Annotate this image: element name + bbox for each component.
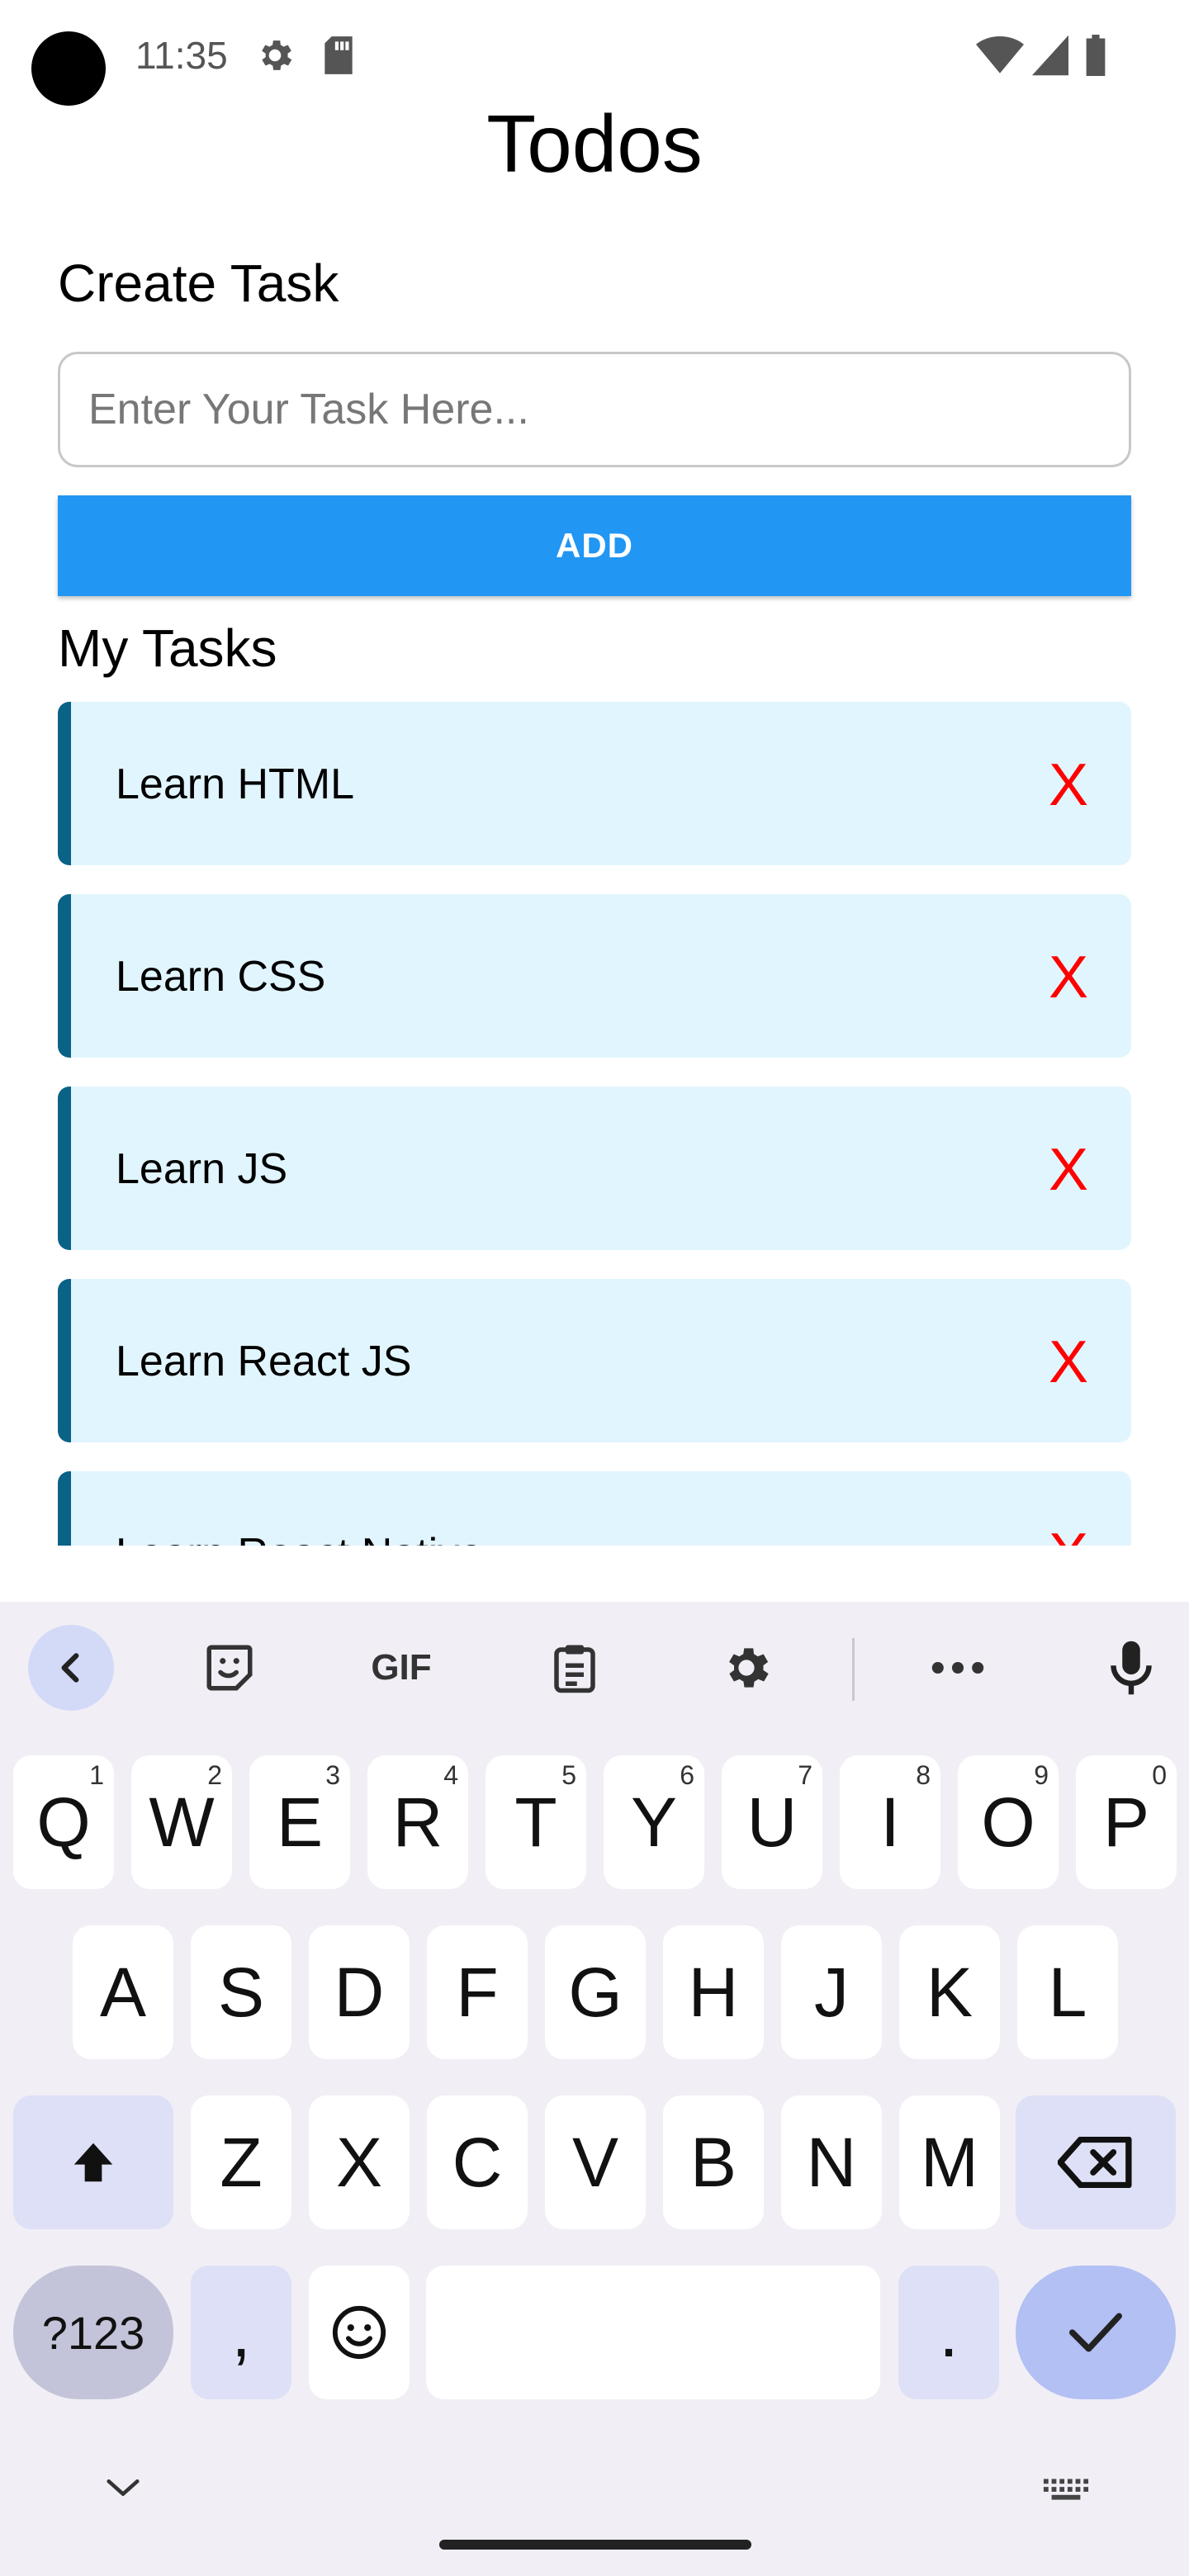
signal-icon [1032,35,1068,76]
shift-key[interactable] [13,2095,173,2229]
symbols-key[interactable]: ?123 [13,2266,173,2399]
task-text: Learn HTML [116,760,354,808]
key-a[interactable]: A [73,1925,173,2059]
gif-label: GIF [371,1647,432,1688]
back-chevron-icon[interactable] [28,1625,114,1711]
delete-task-button[interactable]: X [1049,1521,1088,1546]
key-l[interactable]: L [1017,1925,1118,2059]
more-dots-icon[interactable] [915,1625,1001,1711]
task-item[interactable]: Learn HTML X [58,702,1131,865]
task-list[interactable]: Learn HTML X Learn CSS X Learn JS X Lear… [58,702,1131,1546]
task-item[interactable]: Learn React Native X [58,1471,1131,1546]
key-h[interactable]: H [663,1925,764,2059]
settings-gear-icon [262,40,292,70]
checkmark-icon [1068,2313,1123,2352]
shift-arrow-icon [73,2143,113,2182]
toolbar-divider [852,1638,855,1701]
task-text: Learn React JS [116,1338,412,1385]
task-text: Learn React Native [116,1529,483,1546]
key-s[interactable]: S [191,1925,291,2059]
sd-card-icon [324,36,353,74]
key-q[interactable]: Q1 [13,1755,114,1889]
key-y[interactable]: Y6 [604,1755,704,1889]
task-text: Learn JS [116,1145,288,1193]
key-j[interactable]: J [781,1925,882,2059]
camera-cutout [31,31,106,106]
add-task-button[interactable]: ADD [58,495,1131,596]
key-c[interactable]: C [427,2095,528,2229]
home-gesture-bar[interactable] [439,2540,751,2550]
task-item[interactable]: Learn JS X [58,1087,1131,1250]
gif-button[interactable]: GIF [358,1625,444,1711]
hide-keyboard-chevron-icon[interactable] [104,2475,142,2500]
delete-task-button[interactable]: X [1049,1328,1088,1396]
sticker-icon[interactable] [187,1625,272,1711]
key-b[interactable]: B [663,2095,764,2229]
keyboard-toolbar: GIF [0,1602,1189,1734]
keyboard-switch-icon[interactable] [1042,2475,1090,2505]
wifi-icon [976,36,1024,73]
emoji-icon [332,2305,386,2360]
key-x[interactable]: X [309,2095,410,2229]
task-item[interactable]: Learn React JS X [58,1279,1131,1442]
delete-task-button[interactable]: X [1049,944,1088,1011]
comma-key[interactable]: , [191,2266,291,2399]
clipboard-icon[interactable] [532,1625,618,1711]
key-u[interactable]: U7 [722,1755,822,1889]
key-m[interactable]: M [899,2095,1000,2229]
backspace-key[interactable] [1016,2095,1176,2229]
key-i[interactable]: I8 [840,1755,940,1889]
key-o[interactable]: O9 [958,1755,1059,1889]
page-title: Todos [486,98,703,189]
key-g[interactable]: G [545,1925,646,2059]
key-w[interactable]: W2 [131,1755,232,1889]
settings-gear-icon[interactable] [703,1625,789,1711]
task-item[interactable]: Learn CSS X [58,894,1131,1058]
key-f[interactable]: F [427,1925,528,2059]
soft-keyboard: GIF Q1 W2 E3 R4 T5 Y6 U7 I8 O9 P0 A S D … [0,1602,1189,2576]
key-k[interactable]: K [899,1925,1000,2059]
navigation-bar [0,2460,1189,2576]
space-key[interactable] [426,2266,880,2399]
key-z[interactable]: Z [191,2095,291,2229]
delete-task-button[interactable]: X [1049,1136,1088,1204]
enter-key[interactable] [1016,2266,1176,2399]
key-n[interactable]: N [781,2095,882,2229]
key-v[interactable]: V [545,2095,646,2229]
emoji-key[interactable] [309,2266,410,2399]
key-e[interactable]: E3 [249,1755,350,1889]
status-time: 11:35 [135,34,228,77]
status-bar: 11:35 [0,0,1189,107]
create-task-label: Create Task [58,253,339,313]
delete-task-button[interactable]: X [1049,751,1088,819]
period-key[interactable]: . [898,2266,999,2399]
key-t[interactable]: T5 [486,1755,586,1889]
key-d[interactable]: D [309,1925,410,2059]
key-r[interactable]: R4 [367,1755,468,1889]
backspace-icon [1058,2137,1132,2188]
microphone-icon[interactable] [1088,1625,1174,1711]
my-tasks-label: My Tasks [58,618,277,678]
key-p[interactable]: P0 [1076,1755,1177,1889]
task-text: Learn CSS [116,953,326,1001]
task-input[interactable] [58,352,1131,467]
battery-icon [1086,35,1106,76]
